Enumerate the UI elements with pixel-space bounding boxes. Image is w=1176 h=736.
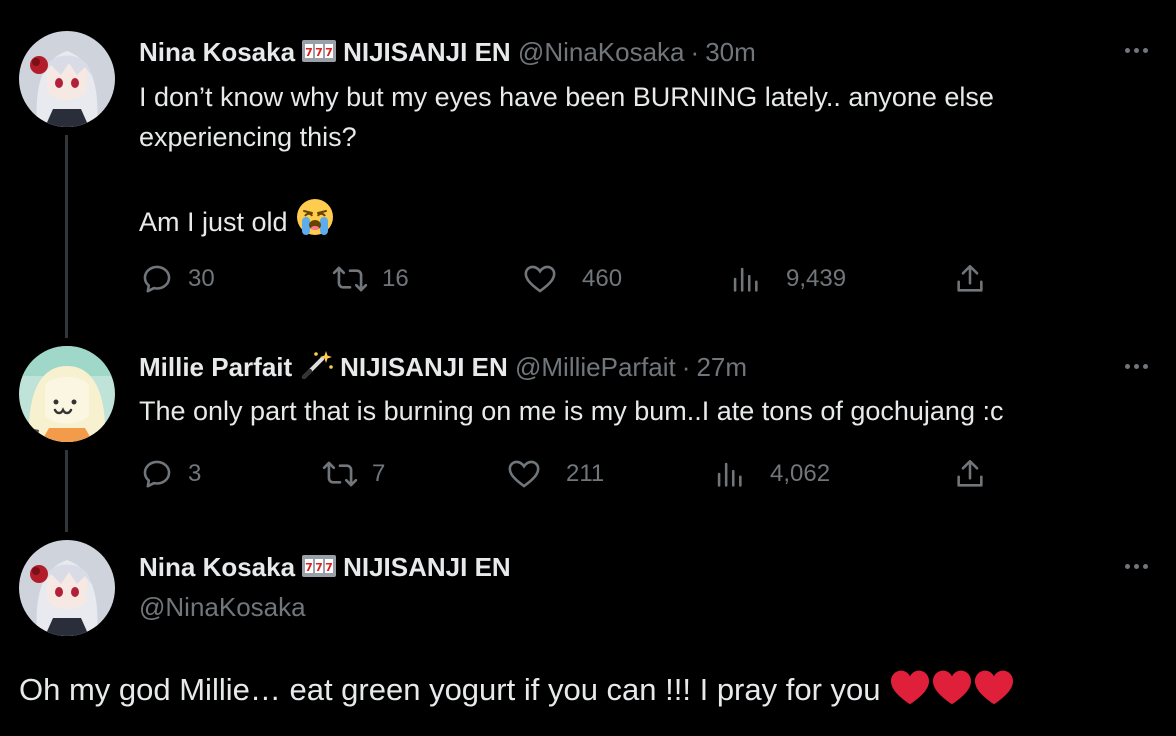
svg-text:7: 7 bbox=[325, 46, 333, 59]
red-heart-emoji bbox=[889, 668, 931, 718]
avatar-nina[interactable] bbox=[19, 540, 115, 636]
crying-face-emoji bbox=[295, 197, 335, 248]
separator-dot: · bbox=[690, 37, 700, 67]
timestamp[interactable]: 27m bbox=[696, 352, 747, 382]
tweet-millie[interactable]: Millie Parfait NIJISANJI EN @MillieParfai… bbox=[0, 340, 1176, 540]
views-button[interactable]: 4,062 bbox=[712, 457, 830, 491]
svg-text:7: 7 bbox=[305, 561, 313, 574]
reply-count: 30 bbox=[188, 265, 215, 292]
reply-icon bbox=[143, 265, 171, 293]
thread-line bbox=[65, 450, 68, 532]
like-icon bbox=[508, 460, 540, 488]
views-button[interactable]: 9,439 bbox=[728, 262, 846, 296]
magic-wand-icon bbox=[298, 349, 334, 387]
share-button[interactable] bbox=[953, 457, 987, 491]
author-affiliation: NIJISANJI EN bbox=[343, 37, 511, 67]
more-icon[interactable] bbox=[1125, 564, 1148, 569]
avatar-millie[interactable] bbox=[19, 346, 115, 442]
tweet-nina-1[interactable]: Nina Kosaka 7 7 7 NIJISANJI EN @NinaKosaka · 3… bbox=[0, 0, 1176, 340]
reply-button[interactable]: 30 bbox=[140, 262, 215, 296]
tweet-text-spacer bbox=[139, 157, 1139, 197]
more-icon[interactable] bbox=[1125, 364, 1148, 369]
tweet-header: Millie Parfait NIJISANJI EN @MillieParfai… bbox=[139, 349, 747, 387]
like-button[interactable]: 211 bbox=[506, 457, 604, 491]
slot-machine-icon: 777 bbox=[301, 553, 337, 587]
like-count: 460 bbox=[582, 265, 623, 292]
like-count: 211 bbox=[566, 460, 605, 487]
like-icon bbox=[524, 265, 556, 293]
author-handle[interactable]: @NinaKosaka bbox=[518, 37, 685, 67]
retweet-icon bbox=[332, 266, 368, 292]
tweet-text: The only part that is burning on me is m… bbox=[139, 391, 1139, 431]
separator-dot: · bbox=[681, 352, 691, 382]
tweet-text-span: Am I just old bbox=[139, 207, 288, 237]
retweet-button[interactable]: 7 bbox=[322, 457, 385, 491]
red-heart-emoji bbox=[973, 668, 1015, 718]
author-affiliation: NIJISANJI EN bbox=[343, 552, 511, 582]
tweet-text-line: The only part that is burning on me is m… bbox=[139, 396, 1004, 426]
author-name[interactable]: Nina Kosaka bbox=[139, 552, 295, 582]
tweet-header: Nina Kosaka 7 7 7 NIJISANJI EN bbox=[139, 550, 511, 587]
views-icon bbox=[733, 267, 758, 292]
retweet-count: 7 bbox=[372, 460, 386, 487]
reply-count: 3 bbox=[188, 460, 202, 487]
tweet-text-span: Oh my god Millie… eat green yogurt if yo… bbox=[19, 672, 881, 707]
thread-line bbox=[65, 135, 68, 338]
slot-machine-icon: 777 bbox=[301, 38, 337, 72]
avatar-nina[interactable] bbox=[19, 31, 115, 127]
tweet-text-line: I don’t know why but my eyes have been B… bbox=[139, 82, 994, 112]
views-count: 9,439 bbox=[786, 265, 847, 292]
more-icon[interactable] bbox=[1125, 48, 1148, 53]
author-handle-line: @NinaKosaka bbox=[139, 590, 306, 624]
reply-button[interactable]: 3 bbox=[140, 457, 201, 491]
tweet-header: Nina Kosaka 7 7 7 NIJISANJI EN @NinaKosaka · 3… bbox=[139, 35, 756, 72]
tweet-text-line: Am I just old bbox=[139, 197, 1139, 248]
svg-text:7: 7 bbox=[315, 561, 323, 574]
share-icon bbox=[957, 264, 983, 292]
reply-icon bbox=[143, 460, 171, 488]
share-icon bbox=[957, 459, 983, 487]
author-name[interactable]: Nina Kosaka bbox=[139, 37, 295, 67]
retweet-count: 16 bbox=[382, 265, 409, 292]
retweet-icon bbox=[322, 461, 358, 487]
share-button[interactable] bbox=[953, 262, 987, 296]
tweet-text-line: experiencing this? bbox=[139, 122, 357, 152]
svg-text:7: 7 bbox=[305, 46, 313, 59]
views-count: 4,062 bbox=[770, 460, 831, 487]
author-name[interactable]: Millie Parfait bbox=[139, 352, 292, 382]
author-handle[interactable]: @MillieParfait bbox=[515, 352, 676, 382]
like-button[interactable]: 460 bbox=[522, 262, 622, 296]
retweet-button[interactable]: 16 bbox=[332, 262, 409, 296]
views-icon bbox=[717, 462, 742, 487]
author-handle[interactable]: @NinaKosaka bbox=[139, 592, 306, 622]
author-affiliation: NIJISANJI EN bbox=[340, 352, 508, 382]
svg-text:7: 7 bbox=[315, 46, 323, 59]
timestamp[interactable]: 30m bbox=[705, 37, 756, 67]
red-heart-emoji bbox=[931, 668, 973, 718]
svg-text:7: 7 bbox=[325, 561, 333, 574]
focused-tweet-text: Oh my god Millie… eat green yogurt if yo… bbox=[19, 668, 1015, 718]
tweet-text: I don’t know why but my eyes have been B… bbox=[139, 77, 1139, 248]
